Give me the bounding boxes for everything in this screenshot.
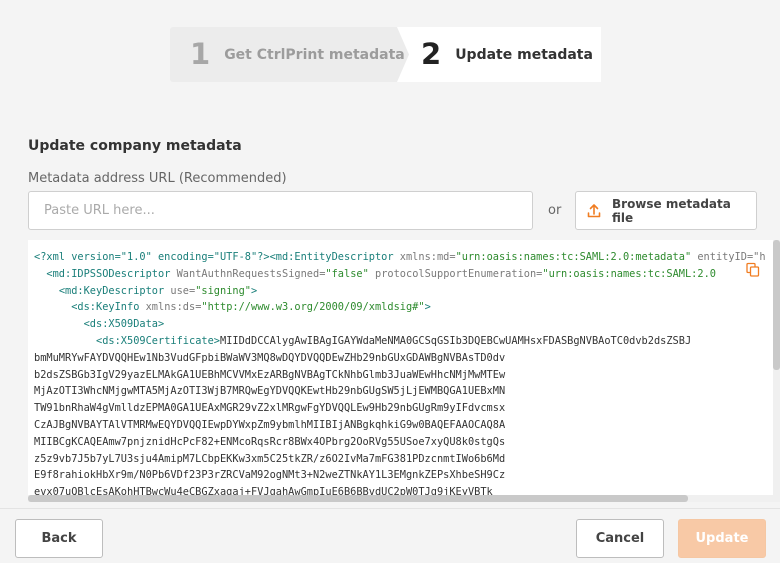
- section-title: Update company metadata: [28, 138, 242, 154]
- vertical-scrollbar[interactable]: [773, 240, 780, 502]
- horizontal-scrollbar-thumb[interactable]: [28, 495, 688, 502]
- xml-tag: <ds:X509Certificate>: [96, 334, 220, 347]
- xml-attr: use=: [164, 284, 196, 297]
- cancel-button[interactable]: Cancel: [576, 519, 664, 558]
- vertical-scrollbar-thumb[interactable]: [773, 240, 780, 370]
- certificate-line: MjAzOTI3WhcNMjgwMTA5MjAzOTI3WjB7MRQwEgYD…: [34, 385, 506, 398]
- xml-tag: <ds:X509Data>: [83, 318, 165, 331]
- stepper: 1 Get CtrlPrint metadata 2 Update metada…: [170, 27, 601, 82]
- xml-value: "urn:oasis:names:tc:SAML:2.0:metadata": [455, 251, 692, 263]
- xml-content: <?xml version="1.0" encoding="UTF-8"?><m…: [34, 249, 766, 501]
- certificate-line: MIIBCgKCAQEAmw7pnjznidHcPcF82+ENMcoRqsRc…: [34, 435, 506, 448]
- xml-value: "false": [325, 267, 369, 280]
- certificate-line: z5z9vb7J5b7yL7U3sju4AmipM7LCbpEKKw3xm5C2…: [34, 452, 506, 465]
- certificate-line: E9f8rahiokHbXr9m/N0Pb6VDf23P3rZRCVaM92og…: [34, 469, 506, 482]
- metadata-url-input[interactable]: [28, 191, 533, 230]
- xml-value: "urn:oasis:names:tc:SAML:2.0: [542, 267, 716, 280]
- xml-value: "signing": [195, 284, 251, 297]
- xml-attr: xmlns:ds=: [139, 301, 202, 314]
- step1-number: 1: [190, 37, 211, 71]
- back-button[interactable]: Back: [15, 519, 103, 558]
- xml-line: <ds:X509Certificate>MIIDdDCCAlygAwIBAgIG…: [34, 335, 691, 347]
- browse-metadata-file-button[interactable]: Browse metadata file: [575, 191, 757, 230]
- xml-value: "http://www.w3.org/2000/09/xmldsig#": [201, 301, 425, 314]
- xml-tag: >: [251, 284, 258, 297]
- certificate-line: CzAJBgNVBAYTAlVTMRMwEQYDVQQIEwpDYWxpZm9y…: [34, 418, 506, 431]
- update-button[interactable]: Update: [678, 519, 766, 558]
- xml-line: <md:IDPSSODescriptor WantAuthnRequestsSi…: [34, 268, 716, 280]
- certificate-text: MIIDdDCCAlygAwIBAgIGAYWdaMeNMA0GCSqGSIb3…: [220, 334, 692, 347]
- xml-line: <ds:X509Data>: [34, 318, 165, 331]
- xml-line: <ds:KeyInfo xmlns:ds="http://www.w3.org/…: [34, 301, 431, 313]
- xml-tag: <md:EntityDescriptor: [269, 251, 394, 263]
- copy-icon[interactable]: [745, 262, 761, 278]
- step1-label: Get CtrlPrint metadata: [224, 46, 405, 63]
- xml-tag: <md:KeyDescriptor: [58, 284, 165, 297]
- step2-label: Update metadata: [455, 46, 593, 63]
- upload-icon: [586, 203, 602, 219]
- xml-tag: <md:IDPSSODescriptor: [46, 267, 171, 280]
- certificate-line: TW91bnRhaW4gVmlldzEPMA0GA1UEAxMGR29vZ2xl…: [34, 402, 506, 415]
- xml-line: <?xml version="1.0" encoding="UTF-8"?><m…: [34, 251, 766, 263]
- footer-divider: [0, 508, 780, 509]
- certificate-line: b2dsZSBGb3IgV29yazELMAkGA1UEBhMCVVMxEzAR…: [34, 368, 506, 381]
- metadata-url-label: Metadata address URL (Recommended): [28, 171, 287, 186]
- xml-tag: <ds:KeyInfo: [71, 301, 140, 314]
- step-update-metadata: 2 Update metadata: [397, 27, 601, 82]
- or-separator: or: [548, 203, 562, 218]
- xml-declaration: <?xml version="1.0" encoding="UTF-8"?>: [34, 251, 270, 263]
- step2-number: 2: [421, 37, 442, 71]
- xml-tag: >: [424, 301, 431, 314]
- horizontal-scrollbar[interactable]: [28, 495, 773, 502]
- browse-label: Browse metadata file: [612, 196, 731, 225]
- xml-attr: protocolSupportEnumeration=: [368, 267, 543, 280]
- xml-line: <md:KeyDescriptor use="signing">: [34, 285, 257, 297]
- metadata-xml-editor[interactable]: <?xml version="1.0" encoding="UTF-8"?><m…: [28, 240, 780, 502]
- step-get-metadata[interactable]: 1 Get CtrlPrint metadata: [170, 27, 407, 82]
- xml-attr: xmlns:md=: [393, 251, 456, 263]
- certificate-line: bmMuMRYwFAYDVQQHEw1Nb3VudGFpbiBWaWV3MQ8w…: [34, 351, 506, 364]
- xml-attr: WantAuthnRequestsSigned=: [170, 267, 326, 280]
